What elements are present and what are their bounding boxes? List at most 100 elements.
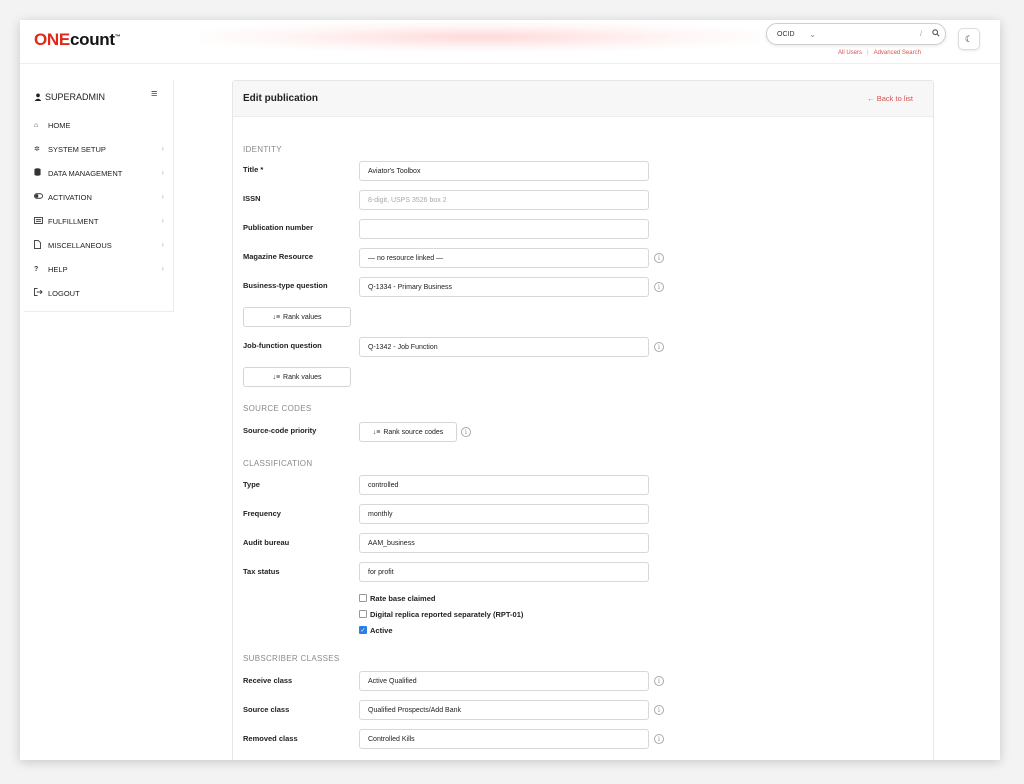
source-class-select[interactable]: Qualified Prospects/Add Bank (359, 700, 649, 720)
publication-number-input[interactable] (359, 219, 649, 239)
type-select[interactable]: controlled (359, 475, 649, 495)
source-code-priority-label: Source-code priority (243, 426, 317, 435)
sort-icon: ↓≡ (272, 373, 281, 381)
question-icon: ? (34, 265, 39, 273)
back-to-list-link[interactable]: ← Back to list (867, 94, 913, 103)
removed-class-select[interactable]: Controlled Kills (359, 729, 649, 749)
file-icon (34, 239, 48, 251)
sidebar-item-system-setup[interactable]: ✲ SYSTEM SETUP › (34, 142, 164, 156)
info-icon[interactable]: i (654, 282, 664, 292)
search-input[interactable] (823, 25, 915, 43)
logo-tm: ™ (114, 34, 121, 41)
chevron-right-icon: › (161, 145, 164, 153)
gear-icon: ✲ (34, 146, 40, 153)
business-type-select[interactable]: Q-1334 - Primary Business (359, 277, 649, 297)
global-search: OCID ⌄ / (766, 23, 946, 45)
chevron-right-icon: › (161, 169, 164, 177)
tax-status-label: Tax status (243, 567, 280, 576)
digital-replica-label: Digital replica reported separately (RPT… (370, 609, 524, 619)
receive-class-label: Receive class (243, 676, 293, 685)
receive-class-select[interactable]: Active Qualified (359, 671, 649, 691)
rank-values-button[interactable]: ↓≡ Rank values (243, 367, 351, 387)
info-icon[interactable]: i (654, 342, 664, 352)
sidebar-item-miscellaneous[interactable]: MISCELLANEOUS › (34, 238, 164, 252)
sort-icon: ↓≡ (272, 313, 281, 321)
digital-replica-checkbox[interactable] (359, 610, 367, 618)
database-icon (34, 168, 48, 178)
advanced-search-link[interactable]: Advanced Search (874, 50, 921, 56)
edit-publication-card: Edit publication ← Back to list IDENTITY… (232, 80, 934, 760)
sort-icon: ↓≡ (372, 428, 381, 436)
sidebar-item-fulfillment[interactable]: FULFILLMENT › (34, 214, 164, 228)
job-function-select[interactable]: Q-1342 - Job Function (359, 337, 649, 357)
sidebar-user[interactable]: SUPERADMIN (34, 92, 105, 102)
rate-base-checkbox[interactable] (359, 594, 367, 602)
magazine-resource-select[interactable]: — no resource linked — (359, 248, 649, 268)
sidebar-item-label: LOGOUT (48, 288, 80, 298)
chevron-right-icon: › (161, 193, 164, 201)
info-icon[interactable]: i (654, 253, 664, 263)
sidebar-item-data-management[interactable]: DATA MANAGEMENT › (34, 166, 164, 180)
onecount-logo[interactable]: ONEcount™ (34, 30, 121, 50)
job-function-label: Job-function question (243, 341, 322, 350)
issn-label: ISSN (243, 194, 261, 203)
toggle-icon (34, 193, 48, 201)
chevron-right-icon: › (161, 217, 164, 225)
search-type-select[interactable]: OCID ⌄ (767, 30, 824, 39)
rank-values-button[interactable]: ↓≡ Rank values (243, 307, 351, 327)
source-class-label: Source class (243, 705, 290, 714)
frequency-select[interactable]: monthly (359, 504, 649, 524)
rate-base-label: Rate base claimed (370, 593, 436, 603)
digital-replica-checkbox-row[interactable]: Digital replica reported separately (RPT… (359, 609, 523, 619)
info-icon[interactable]: i (654, 734, 664, 744)
section-subscriber-classes: SUBSCRIBER CLASSES (243, 654, 340, 663)
info-icon[interactable]: i (654, 705, 664, 715)
sidebar-item-label: FULFILLMENT (48, 216, 99, 226)
sidebar-item-label: HOME (48, 120, 71, 130)
type-label: Type (243, 480, 260, 489)
chevron-right-icon: › (161, 265, 164, 273)
audit-bureau-select[interactable]: AAM_business (359, 533, 649, 553)
home-icon: ⌂ (34, 121, 39, 129)
user-icon (34, 93, 42, 101)
menu-toggle-icon[interactable]: ≡ (151, 88, 157, 100)
rank-source-codes-label: Rank source codes (383, 428, 444, 436)
issn-input[interactable]: 8-digit, USPS 3526 box 2 (359, 190, 649, 210)
app-window: ONEcount™ OCID ⌄ / All Users | Advanced Se… (20, 20, 1000, 760)
all-users-link[interactable]: All Users (838, 50, 862, 56)
section-identity: IDENTITY (243, 145, 282, 154)
sidebar-item-help[interactable]: ? HELP › (34, 262, 164, 276)
publication-number-label: Publication number (243, 223, 314, 232)
search-icon[interactable] (927, 29, 945, 39)
section-classification: CLASSIFICATION (243, 459, 313, 468)
business-type-label: Business-type question (243, 281, 328, 290)
active-checkbox[interactable]: ✓ (359, 626, 367, 634)
removed-class-label: Removed class (243, 734, 298, 743)
theme-toggle-button[interactable]: ☾ (958, 28, 980, 50)
sidebar-item-activation[interactable]: ACTIVATION › (34, 190, 164, 204)
sidebar-item-home[interactable]: ⌂ HOME (34, 118, 164, 132)
info-icon[interactable]: i (654, 676, 664, 686)
sidebar-item-label: ACTIVATION (48, 192, 92, 202)
audit-bureau-label: Audit bureau (243, 538, 290, 547)
info-icon[interactable]: i (461, 427, 471, 437)
chevron-down-icon: ⌄ (809, 29, 816, 39)
rank-values-label: Rank values (283, 373, 322, 381)
frequency-label: Frequency (243, 509, 281, 518)
rate-base-checkbox-row[interactable]: Rate base claimed (359, 593, 435, 603)
sidebar-item-logout[interactable]: LOGOUT (34, 286, 164, 300)
title-input[interactable]: Aviator's Toolbox (359, 161, 649, 181)
search-type-value: OCID (777, 30, 795, 38)
chevron-right-icon: › (161, 241, 164, 249)
header-glow (200, 22, 760, 52)
link-separator: | (867, 50, 869, 56)
sidebar-item-label: SYSTEM SETUP (48, 144, 106, 154)
tax-status-select[interactable]: for profit (359, 562, 649, 582)
rank-values-label: Rank values (283, 313, 322, 321)
list-icon (34, 216, 48, 226)
active-checkbox-row[interactable]: ✓ Active (359, 625, 393, 635)
rank-source-codes-button[interactable]: ↓≡ Rank source codes (359, 422, 457, 442)
sidebar-user-name: SUPERADMIN (45, 92, 106, 102)
active-label: Active (370, 625, 393, 635)
search-shortcut-hint: / (920, 30, 923, 38)
